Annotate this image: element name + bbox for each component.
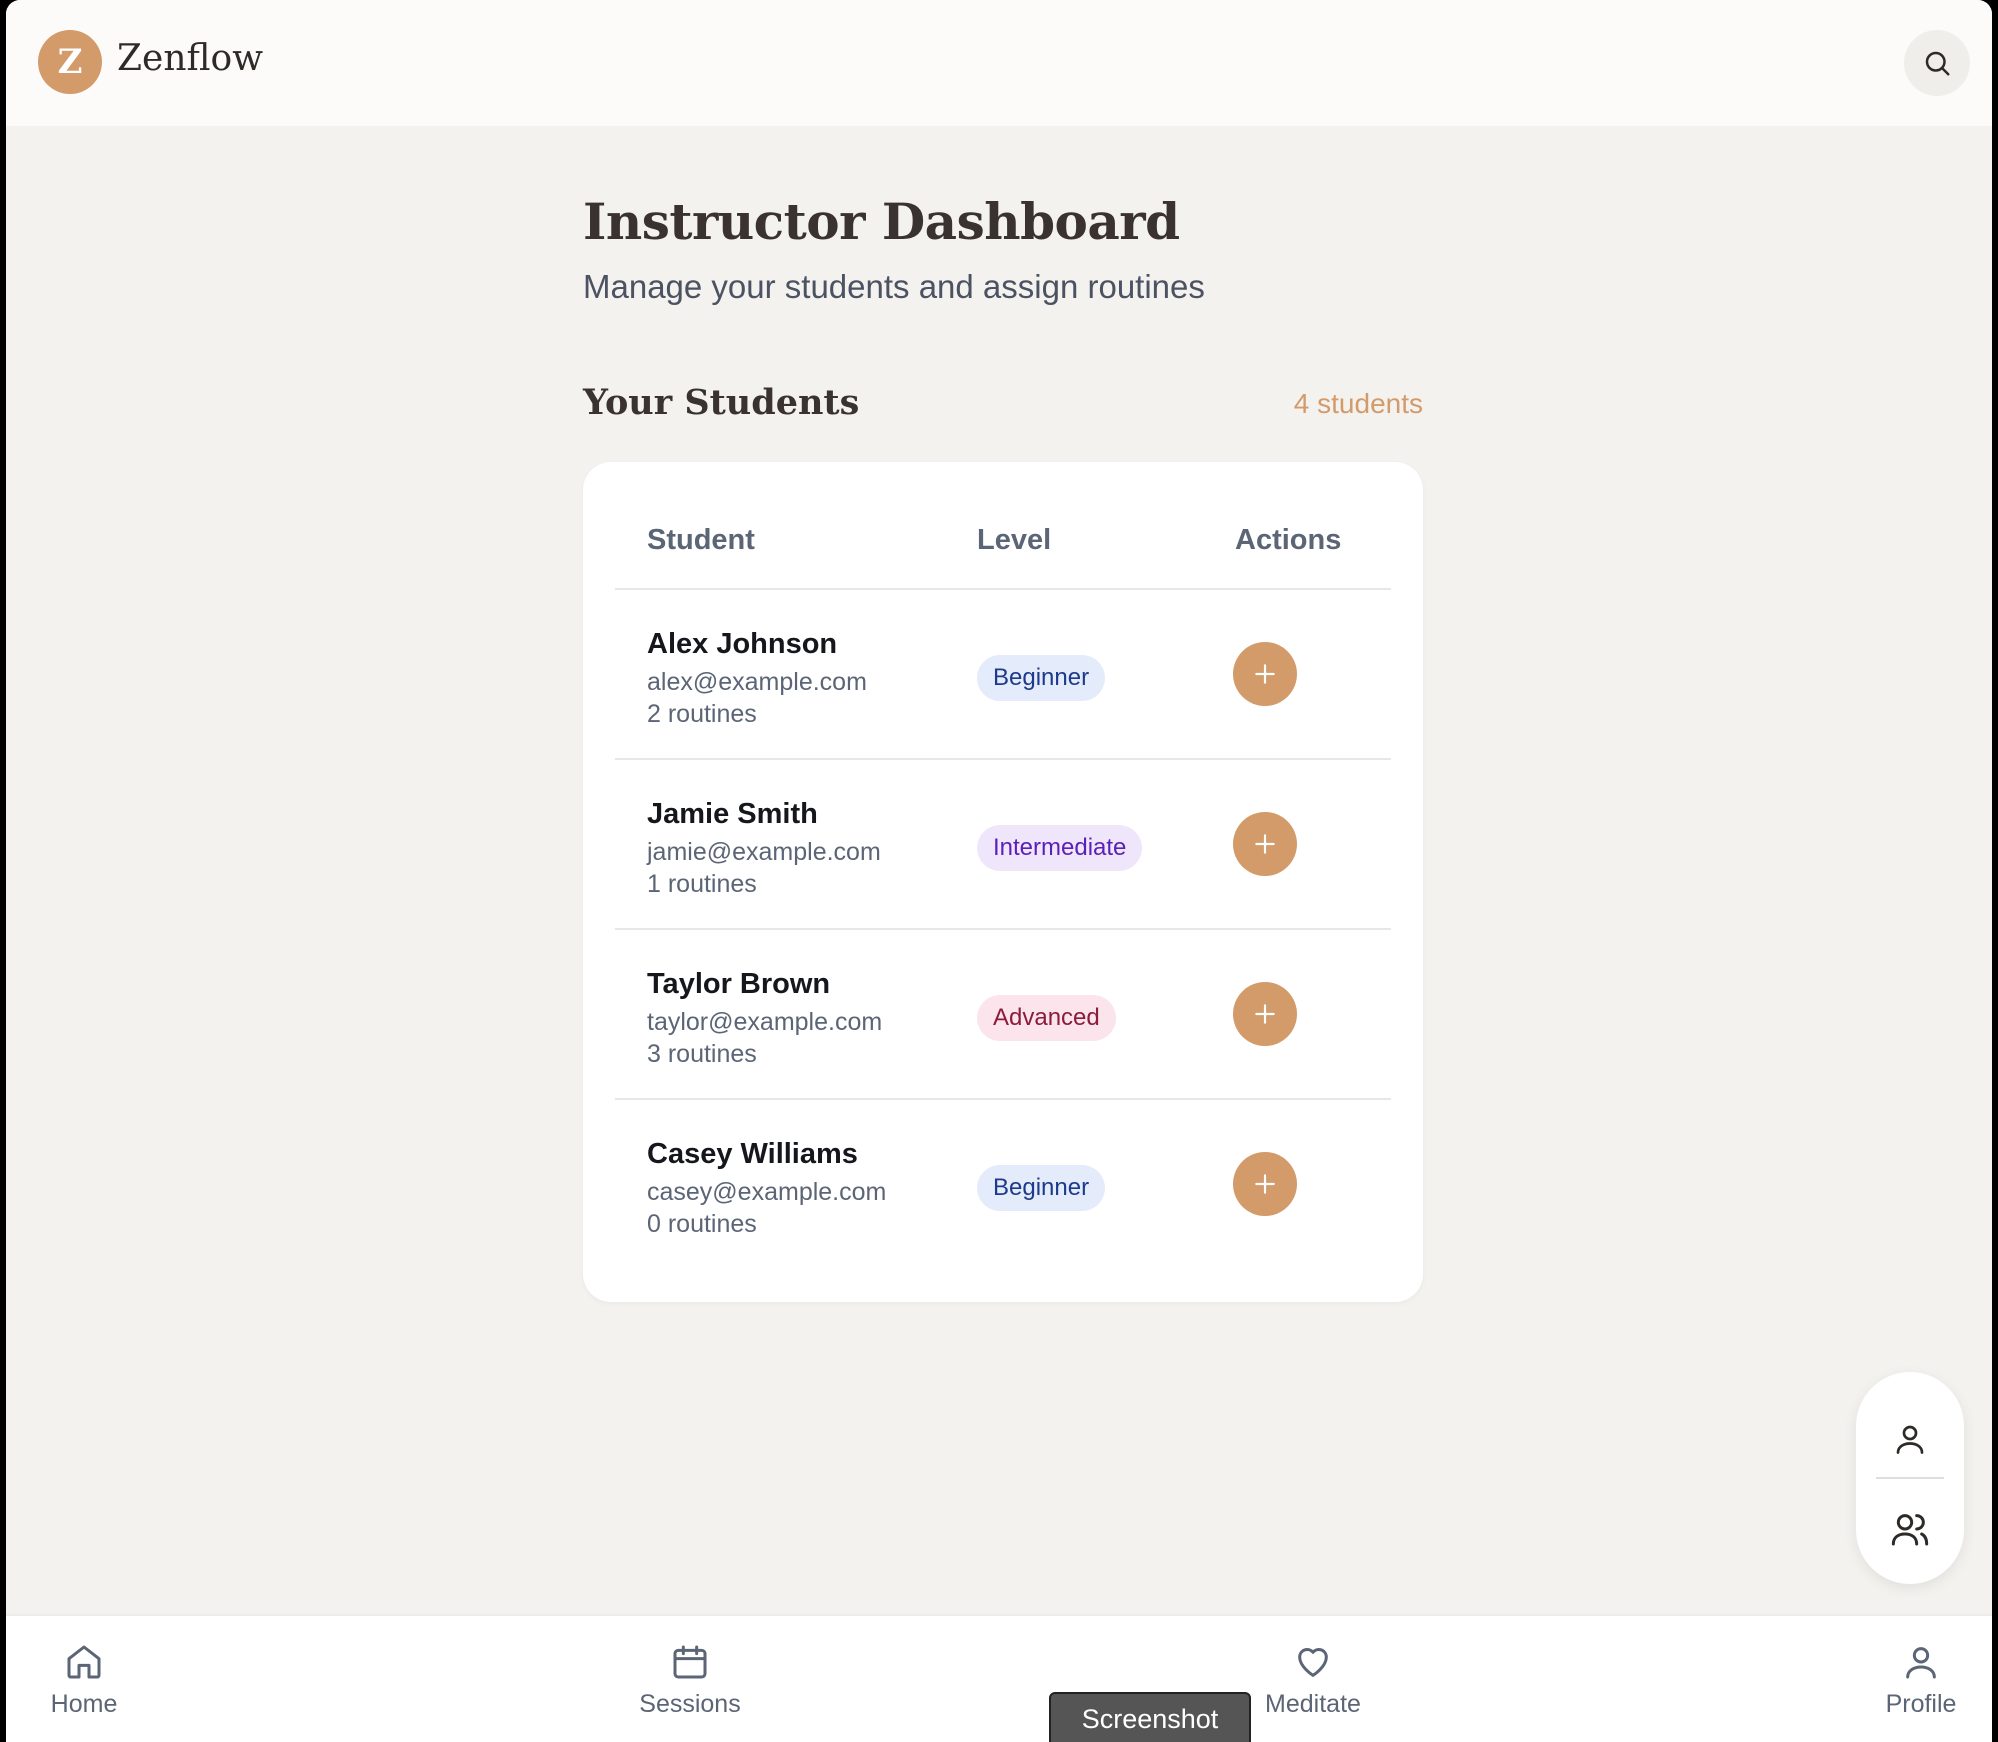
- column-header-actions: Actions: [1235, 524, 1342, 556]
- page-subtitle: Manage your students and assign routines: [583, 268, 1205, 305]
- app-window: Z Zenflow Instructor Dashboard Manage yo…: [6, 0, 1992, 1742]
- level-badge: Advanced: [977, 995, 1116, 1041]
- student-routines: 2 routines: [647, 700, 757, 728]
- app-name[interactable]: Zenflow: [117, 38, 263, 79]
- table-header: Student Level Actions: [615, 462, 1391, 590]
- student-name: Jamie Smith: [647, 798, 818, 830]
- student-count: 4 students: [1293, 388, 1423, 419]
- role-switcher: [1856, 1372, 1964, 1584]
- student-name: Casey Williams: [647, 1138, 858, 1170]
- plus-icon: [1255, 834, 1275, 854]
- screenshot-tooltip: Screenshot: [1049, 1692, 1251, 1742]
- nav-home[interactable]: Home: [14, 1640, 154, 1719]
- user-icon: [1906, 1647, 1936, 1679]
- plus-icon: [1255, 1004, 1275, 1024]
- student-email: alex@example.com: [647, 668, 867, 696]
- table-row: Casey Williams casey@example.com 0 routi…: [615, 1100, 1391, 1270]
- student-email: taylor@example.com: [647, 1008, 883, 1036]
- page-title: Instructor Dashboard: [583, 192, 1180, 251]
- column-header-student: Student: [647, 524, 755, 556]
- student-routines: 3 routines: [647, 1040, 757, 1068]
- assign-routine-button[interactable]: [1233, 1152, 1297, 1216]
- student-routines: 0 routines: [647, 1210, 757, 1238]
- student-name: Taylor Brown: [647, 968, 831, 1000]
- divider: [1876, 1477, 1944, 1479]
- search-icon: [1925, 51, 1950, 76]
- nav-profile[interactable]: Profile: [1851, 1640, 1991, 1719]
- level-badge: Beginner: [977, 1165, 1106, 1211]
- student-name: Alex Johnson: [647, 628, 838, 660]
- level-badge: Intermediate: [977, 825, 1143, 871]
- nav-sessions[interactable]: Sessions: [620, 1640, 760, 1719]
- single-user-view-button[interactable]: [1856, 1404, 1964, 1474]
- student-routines: 1 routines: [647, 870, 757, 898]
- plus-icon: [1255, 664, 1275, 684]
- nav-label: Meditate: [1265, 1690, 1361, 1718]
- calendar-icon: [673, 1645, 707, 1679]
- group-view-button[interactable]: [1856, 1494, 1964, 1564]
- user-icon: [1896, 1425, 1924, 1454]
- nav-label: Profile: [1885, 1690, 1957, 1718]
- top-bar: Z Zenflow: [6, 0, 1992, 126]
- student-email: jamie@example.com: [647, 838, 881, 866]
- heart-icon: [1298, 1648, 1328, 1677]
- plus-icon: [1255, 1174, 1275, 1194]
- bottom-navigation: Home Sessions Meditate Profile: [6, 1614, 1992, 1742]
- users-icon: [1891, 1514, 1929, 1546]
- table-row: Taylor Brown taylor@example.com 3 routin…: [615, 930, 1391, 1100]
- nav-label: Home: [50, 1690, 118, 1718]
- level-badge: Beginner: [977, 655, 1106, 701]
- table-row: Alex Johnson alex@example.com 2 routines…: [615, 590, 1391, 760]
- student-email: casey@example.com: [647, 1178, 887, 1206]
- table-row: Jamie Smith jamie@example.com 1 routines…: [615, 760, 1391, 930]
- search-button[interactable]: [1904, 30, 1970, 96]
- assign-routine-button[interactable]: [1233, 982, 1297, 1046]
- students-table-card: Student Level Actions Alex Johnson alex@…: [583, 462, 1423, 1302]
- section-title: Your Students: [583, 382, 860, 423]
- assign-routine-button[interactable]: [1233, 812, 1297, 876]
- column-header-level: Level: [977, 524, 1052, 556]
- nav-meditate[interactable]: Meditate: [1243, 1640, 1383, 1719]
- logo-badge[interactable]: Z: [38, 30, 102, 94]
- home-icon: [67, 1645, 101, 1679]
- assign-routine-button[interactable]: [1233, 642, 1297, 706]
- nav-label: Sessions: [639, 1690, 741, 1718]
